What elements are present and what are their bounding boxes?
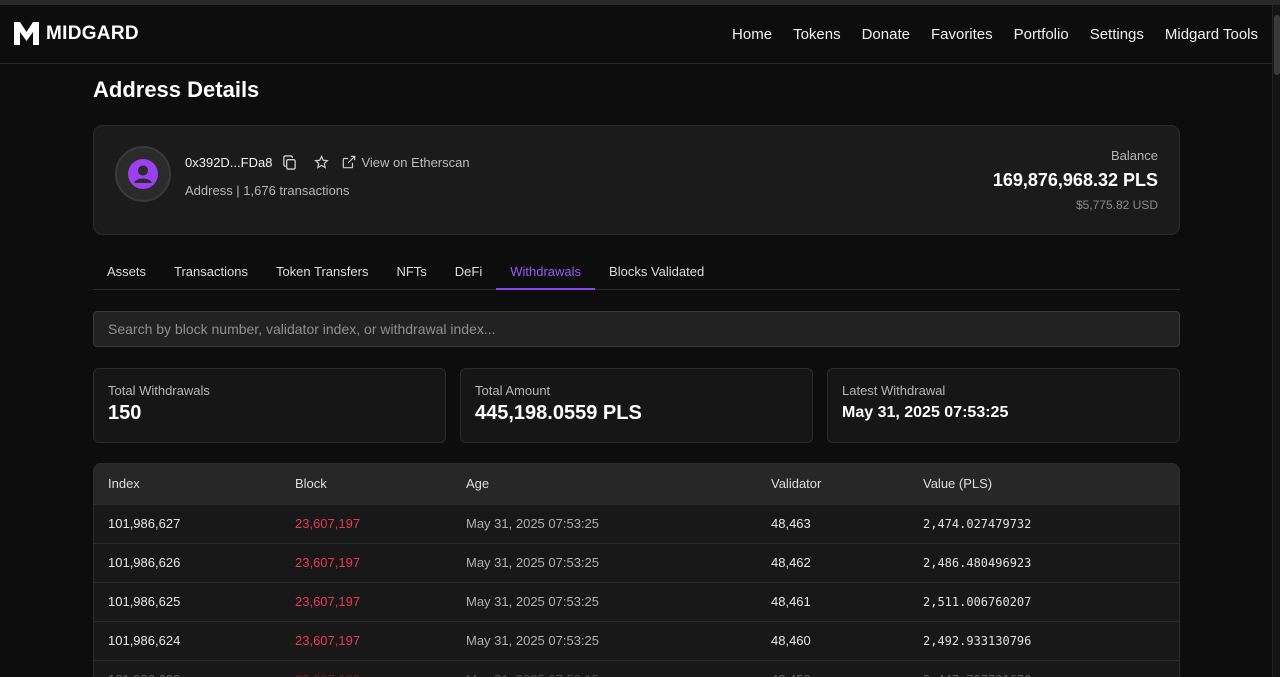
brand-name: MIDGARD bbox=[46, 22, 139, 44]
withdrawal-index: 101,986,625 bbox=[94, 581, 281, 621]
tab-nfts[interactable]: NFTs bbox=[382, 256, 440, 290]
address-hash: 0x392D...FDa8 bbox=[185, 154, 273, 170]
balance-value: 169,876,968.32 PLS bbox=[992, 170, 1158, 190]
nav-home[interactable]: Home bbox=[732, 26, 772, 43]
etherscan-label: View on Etherscan bbox=[361, 154, 470, 170]
withdrawal-age: May 31, 2025 07:53:25 bbox=[452, 581, 757, 621]
address-subtitle: Address | 1,676 transactions bbox=[185, 183, 350, 198]
block-link[interactable]: 23,607,197 bbox=[281, 542, 452, 582]
validator-index: 48,462 bbox=[757, 542, 909, 582]
total-withdrawals-card: Total Withdrawals 150 bbox=[93, 368, 446, 443]
withdrawal-index: 101,986,626 bbox=[94, 542, 281, 582]
nav-midgard-tools[interactable]: Midgard Tools bbox=[1165, 26, 1258, 43]
withdrawal-value: 2,492.933130796 bbox=[909, 620, 1179, 660]
tab-blocks-validated[interactable]: Blocks Validated bbox=[595, 256, 718, 290]
view-on-etherscan-link[interactable]: View on Etherscan bbox=[342, 154, 470, 170]
midgard-m-logo-icon bbox=[14, 22, 39, 45]
column-header-validator: Validator bbox=[771, 476, 822, 492]
column-header-value: Value (PLS) bbox=[923, 476, 993, 492]
withdrawal-age: May 31, 2025 07:53:25 bbox=[452, 620, 757, 660]
address-tabs: Assets Transactions Token Transfers NFTs… bbox=[93, 256, 1180, 290]
withdrawal-index: 101,986,627 bbox=[94, 503, 281, 543]
validator-index: 48,461 bbox=[757, 581, 909, 621]
withdrawal-value: 2,511.006760207 bbox=[909, 581, 1179, 621]
page-title: Address Details bbox=[93, 77, 260, 102]
avatar bbox=[115, 146, 171, 202]
table-row: 101,986,624 23,607,197 May 31, 2025 07:5… bbox=[94, 620, 1179, 660]
withdrawal-value: 2,474.027479732 bbox=[909, 503, 1179, 543]
top-navbar: MIDGARD Home Tokens Donate Favorites Por… bbox=[0, 5, 1272, 64]
balance-usd: $5,775.82 USD bbox=[1075, 198, 1158, 212]
copy-icon[interactable] bbox=[280, 153, 298, 171]
total-withdrawals-value: 150 bbox=[108, 402, 142, 424]
total-amount-value: 445,198.0559 PLS bbox=[475, 402, 642, 424]
nav-donate[interactable]: Donate bbox=[862, 26, 910, 43]
withdrawal-value: 2,447.707721670 bbox=[909, 659, 1179, 677]
tab-token-transfers[interactable]: Token Transfers bbox=[262, 256, 383, 290]
withdrawal-age: May 31, 2025 07:53:25 bbox=[452, 503, 757, 543]
table-row: 101,986,627 23,607,197 May 31, 2025 07:5… bbox=[94, 503, 1179, 543]
brand-logo[interactable]: MIDGARD bbox=[13, 21, 139, 46]
validator-index: 48,463 bbox=[757, 503, 909, 543]
total-amount-label: Total Amount bbox=[475, 383, 551, 398]
external-link-icon bbox=[343, 155, 356, 169]
withdrawals-table: Index Block Age Validator Value (PLS) 10… bbox=[93, 463, 1180, 677]
table-row: 101,986,626 23,607,197 May 31, 2025 07:5… bbox=[94, 542, 1179, 582]
table-row: 101,986,623 23,607,196 May 31, 2025 07:5… bbox=[94, 659, 1179, 677]
withdrawal-age: May 31, 2025 07:53:25 bbox=[452, 542, 757, 582]
tab-transactions[interactable]: Transactions bbox=[160, 256, 262, 290]
nav-tokens[interactable]: Tokens bbox=[793, 26, 841, 43]
withdrawal-age: May 31, 2025 07:53:15 bbox=[452, 659, 757, 677]
address-card: 0x392D...FDa8 View on Etherscan Address … bbox=[93, 125, 1180, 235]
block-link[interactable]: 23,607,197 bbox=[281, 503, 452, 543]
validator-index: 48,459 bbox=[757, 659, 909, 677]
block-link[interactable]: 23,607,197 bbox=[281, 581, 452, 621]
column-header-block: Block bbox=[295, 476, 327, 492]
tab-defi[interactable]: DeFi bbox=[441, 256, 496, 290]
withdrawal-index: 101,986,623 bbox=[94, 659, 281, 677]
tab-withdrawals[interactable]: Withdrawals bbox=[496, 256, 596, 290]
favorite-star-icon[interactable] bbox=[312, 153, 330, 171]
total-amount-card: Total Amount 445,198.0559 PLS bbox=[460, 368, 813, 443]
total-withdrawals-label: Total Withdrawals bbox=[108, 383, 210, 398]
withdrawal-value: 2,486.480496923 bbox=[909, 542, 1179, 582]
latest-withdrawal-card: Latest Withdrawal May 31, 2025 07:53:25 bbox=[827, 368, 1180, 443]
balance-block: Balance 169,876,968.32 PLS $5,775.82 USD bbox=[993, 148, 1158, 212]
withdrawal-search-input[interactable] bbox=[93, 311, 1180, 347]
scrollbar-thumb[interactable] bbox=[1274, 15, 1280, 75]
column-header-age: Age bbox=[466, 476, 490, 492]
latest-withdrawal-value: May 31, 2025 07:53:25 bbox=[842, 404, 1009, 421]
table-header-row: Index Block Age Validator Value (PLS) bbox=[94, 464, 1179, 504]
block-link[interactable]: 23,607,196 bbox=[281, 659, 452, 677]
latest-withdrawal-label: Latest Withdrawal bbox=[842, 383, 946, 398]
block-link[interactable]: 23,607,197 bbox=[281, 620, 452, 660]
address-line: 0x392D...FDa8 View on Etherscan bbox=[185, 153, 470, 171]
nav-favorites[interactable]: Favorites bbox=[931, 26, 993, 43]
main-nav: Home Tokens Donate Favorites Portfolio S… bbox=[732, 5, 1258, 64]
balance-label: Balance bbox=[1111, 148, 1158, 163]
table-row: 101,986,625 23,607,197 May 31, 2025 07:5… bbox=[94, 581, 1179, 621]
validator-index: 48,460 bbox=[757, 620, 909, 660]
nav-settings[interactable]: Settings bbox=[1090, 26, 1144, 43]
page-scrollbar[interactable] bbox=[1272, 5, 1280, 677]
tab-assets[interactable]: Assets bbox=[93, 256, 160, 290]
column-header-index: Index bbox=[108, 476, 140, 492]
nav-portfolio[interactable]: Portfolio bbox=[1014, 26, 1069, 43]
user-avatar-icon bbox=[128, 159, 158, 189]
withdrawal-index: 101,986,624 bbox=[94, 620, 281, 660]
